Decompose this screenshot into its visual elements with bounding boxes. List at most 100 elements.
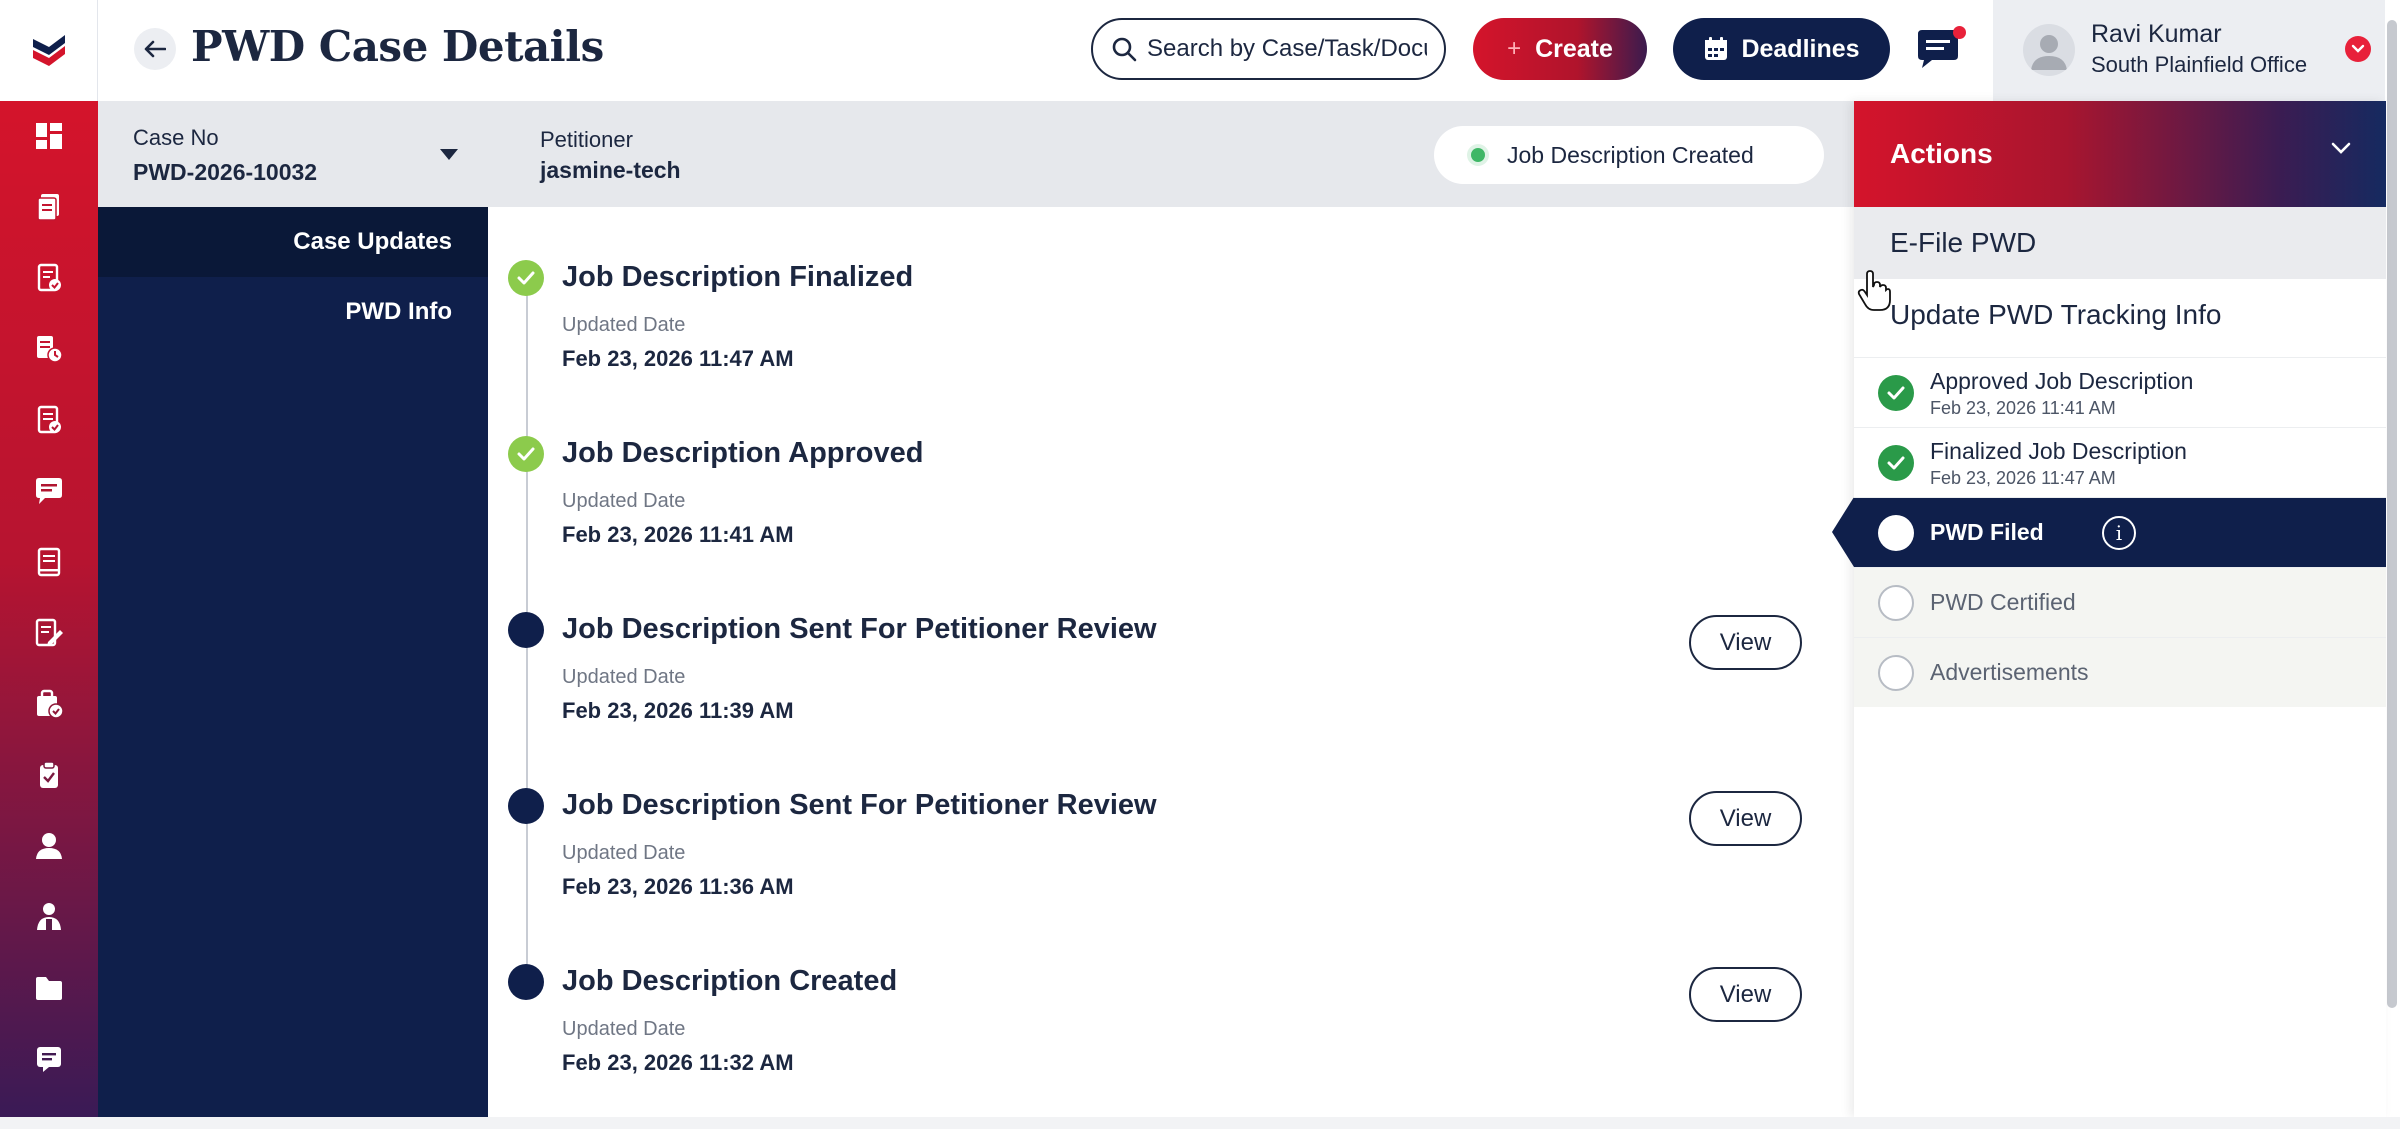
case-file-icon[interactable] <box>27 256 71 300</box>
deadlines-button[interactable]: Deadlines <box>1673 18 1890 80</box>
case-status-icon[interactable] <box>27 327 71 371</box>
timeline-item-date: Feb 23, 2026 11:32 AM <box>562 1050 794 1075</box>
petitioner-value: jasmine-tech <box>540 157 681 183</box>
timeline-item-date: Feb 23, 2026 11:47 AM <box>562 346 794 371</box>
view-button[interactable]: View <box>1689 967 1802 1022</box>
header-divider <box>97 0 98 101</box>
action-update-tracking[interactable]: Update PWD Tracking Info <box>1854 279 2386 351</box>
deadlines-button-label: Deadlines <box>1741 34 1860 63</box>
case-select-caret[interactable] <box>440 149 458 160</box>
timeline-item: Job Description Created Updated Date Feb… <box>508 964 1808 1129</box>
subnav-pwd-info[interactable]: PWD Info <box>98 277 488 347</box>
actions-header[interactable]: Actions <box>1854 101 2386 207</box>
actions-panel: Actions E-File PWD Update PWD Tracking I… <box>1832 101 2386 1117</box>
avatar <box>2023 24 2075 76</box>
case-status-badge: Job Description Created <box>1434 126 1824 184</box>
search-icon <box>1112 37 1137 62</box>
chevron-down-icon <box>2351 44 2365 53</box>
pending-dot-icon <box>508 964 544 1000</box>
global-search[interactable] <box>1091 18 1446 80</box>
search-input[interactable] <box>1147 35 1427 63</box>
notes-icon[interactable] <box>27 1037 71 1081</box>
timeline-item-title: Job Description Sent For Petitioner Revi… <box>562 789 1157 821</box>
page-scrollbar[interactable] <box>2387 20 2397 1008</box>
message-icon[interactable] <box>27 469 71 513</box>
user-menu[interactable]: Ravi Kumar South Plainfield Office <box>1993 0 2385 101</box>
top-header: PWD Case Details + Create Deadlines <box>0 0 2400 101</box>
case-subnav: Case Updates PWD Info <box>98 207 488 1117</box>
case-no-value: PWD-2026-10032 <box>133 159 318 185</box>
timeline-item-date-label: Updated Date <box>562 490 686 512</box>
timeline-item-date-label: Updated Date <box>562 314 686 336</box>
user-office: South Plainfield Office <box>2091 52 2308 77</box>
actions-title: Actions <box>1890 138 1993 169</box>
user-name: Ravi Kumar <box>2091 20 2222 48</box>
logo-icon <box>33 34 65 66</box>
timeline-item: Job Description Approved Updated Date Fe… <box>508 436 1808 612</box>
action-item-label: E-File PWD <box>1890 227 2037 258</box>
step-date: Feb 23, 2026 11:47 AM <box>1930 468 2116 488</box>
subnav-case-updates[interactable]: Case Updates <box>98 207 488 277</box>
timeline-item-title: Job Description Finalized <box>562 261 914 293</box>
page-bottom-edge <box>0 1117 2400 1129</box>
checklist-icon[interactable] <box>27 398 71 442</box>
status-dot <box>1471 148 1485 162</box>
back-button[interactable] <box>134 28 176 70</box>
completed-check-icon <box>508 436 544 472</box>
action-efile-pwd[interactable]: E-File PWD <box>1854 207 2386 279</box>
step-date: Feb 23, 2026 11:41 AM <box>1930 398 2116 418</box>
step-done-check-icon <box>1878 445 1914 481</box>
timeline-item-date: Feb 23, 2026 11:41 AM <box>562 522 794 547</box>
timeline-item: Job Description Finalized Updated Date F… <box>508 260 1808 436</box>
timeline-item-date-label: Updated Date <box>562 1018 686 1040</box>
step-title: Approved Job Description <box>1930 368 2194 394</box>
create-button-label: Create <box>1535 34 1613 63</box>
step-finalized-job-description: Finalized Job Description Feb 23, 2026 1… <box>1854 427 2386 497</box>
step-empty-circle-icon <box>1878 655 1914 691</box>
folder-icon[interactable] <box>27 966 71 1010</box>
subnav-item-label: Case Updates <box>293 228 452 255</box>
group-icon[interactable] <box>27 895 71 939</box>
user-icon[interactable] <box>27 824 71 868</box>
step-empty-circle-icon <box>1878 585 1914 621</box>
case-status-text: Job Description Created <box>1507 141 1754 168</box>
case-no-label: Case No <box>133 125 219 150</box>
user-menu-toggle[interactable] <box>2345 36 2371 62</box>
timeline-item-title: Job Description Sent For Petitioner Revi… <box>562 613 1157 645</box>
notification-dot <box>1953 26 1966 39</box>
app-logo[interactable] <box>0 0 98 101</box>
page-title: PWD Case Details <box>191 22 604 71</box>
documents-icon[interactable] <box>27 185 71 229</box>
create-button[interactable]: + Create <box>1473 18 1647 80</box>
dashboard-icon[interactable] <box>27 114 71 158</box>
timeline-item-date: Feb 23, 2026 11:36 AM <box>562 874 794 899</box>
completed-check-icon <box>508 260 544 296</box>
step-current-circle-icon <box>1878 515 1914 551</box>
step-title: PWD Filed <box>1930 519 2044 545</box>
chevron-down-icon <box>2331 142 2351 154</box>
timeline-item-date-label: Updated Date <box>562 666 686 688</box>
timeline-item-date: Feb 23, 2026 11:39 AM <box>562 698 794 723</box>
timeline-item: Job Description Sent For Petitioner Revi… <box>508 612 1808 788</box>
plus-icon: + <box>1507 35 1522 62</box>
clipboard-icon[interactable] <box>27 753 71 797</box>
view-button[interactable]: View <box>1689 791 1802 846</box>
action-item-label: Update PWD Tracking Info <box>1890 299 2222 330</box>
step-pwd-filed[interactable]: PWD Filed i <box>1832 497 2386 567</box>
user-avatar-icon <box>2031 35 2067 70</box>
step-pwd-certified: PWD Certified <box>1854 567 2386 637</box>
edit-form-icon[interactable] <box>27 611 71 655</box>
step-title: Finalized Job Description <box>1930 438 2187 464</box>
step-done-check-icon <box>1878 375 1914 411</box>
timeline-item-title: Job Description Created <box>562 965 898 997</box>
pending-dot-icon <box>508 788 544 824</box>
pending-dot-icon <box>508 612 544 648</box>
timeline-item: Job Description Sent For Petitioner Revi… <box>508 788 1808 964</box>
book-icon[interactable] <box>27 540 71 584</box>
info-icon[interactable]: i <box>2102 516 2136 550</box>
messages-button[interactable] <box>1914 26 1966 72</box>
case-info-bar: Case No PWD-2026-10032 Petitioner jasmin… <box>98 101 1854 207</box>
case-approved-icon[interactable] <box>27 682 71 726</box>
view-button[interactable]: View <box>1689 615 1802 670</box>
subnav-item-label: PWD Info <box>345 298 452 325</box>
